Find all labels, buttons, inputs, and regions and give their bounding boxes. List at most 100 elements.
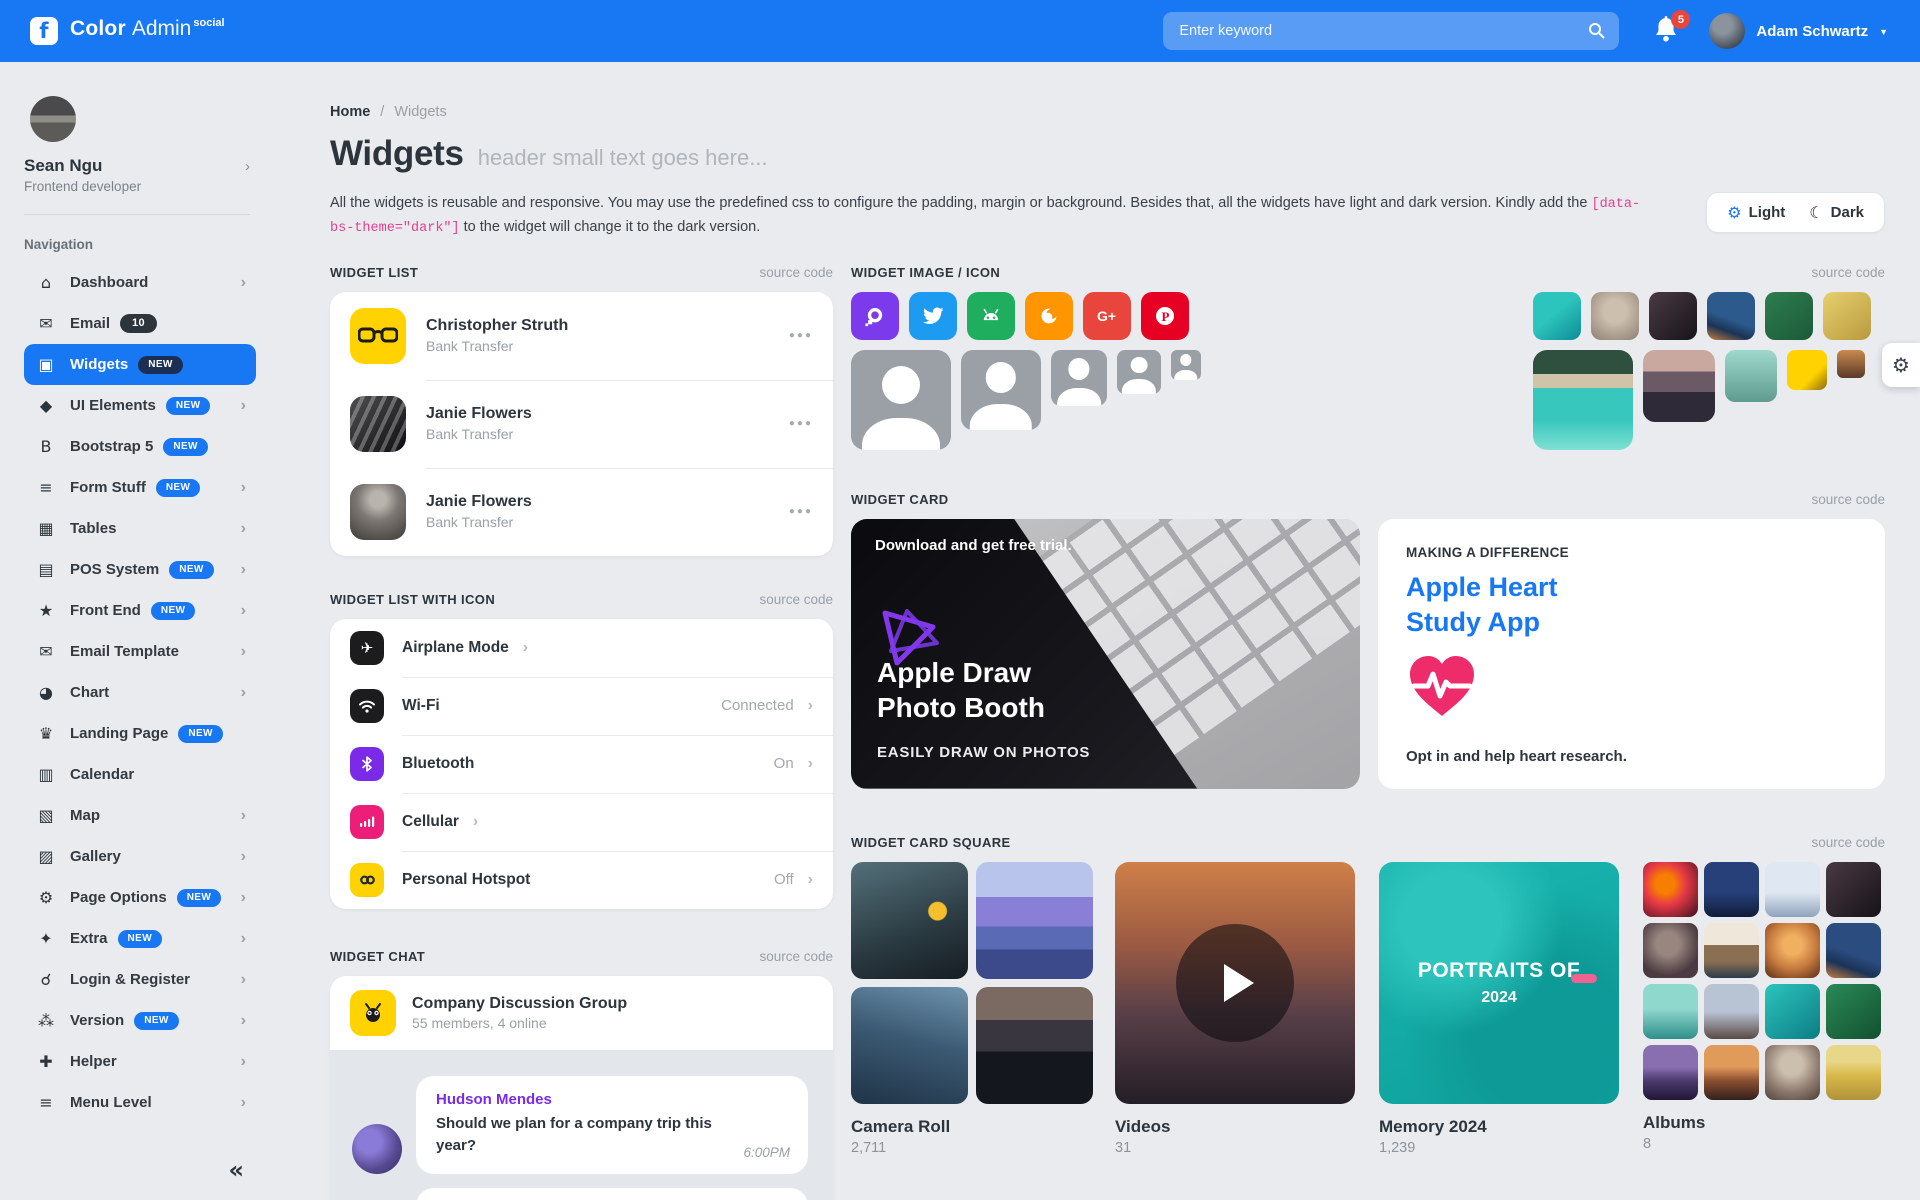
person-placeholder[interactable] <box>1171 350 1201 380</box>
photo-thumbnail[interactable] <box>1765 292 1813 340</box>
list-item[interactable]: Personal Hotspot Off › <box>330 851 833 909</box>
photo-thumbnail[interactable] <box>1837 350 1865 378</box>
photo-thumbnail[interactable] <box>1533 292 1581 340</box>
photo-thumbnail[interactable] <box>1643 984 1698 1039</box>
photo-thumbnail[interactable] <box>1725 350 1777 402</box>
row-actions-button[interactable]: ●●● <box>789 330 813 341</box>
person-placeholder[interactable] <box>1051 350 1107 406</box>
study-card[interactable]: MAKING A DIFFERENCE Apple HeartStudy App… <box>1378 519 1885 789</box>
sidebar-item[interactable]: ☌ Login & Register › <box>24 959 256 1000</box>
sidebar-item[interactable]: ◆ UI Elements NEW › <box>24 385 256 426</box>
list-item[interactable]: Cellular › <box>330 793 833 851</box>
sidebar-item[interactable]: ⚙ Page Options NEW › <box>24 877 256 918</box>
sidebar-item[interactable]: ▥ Calendar <box>24 754 256 795</box>
sidebar-item[interactable]: ≡ Menu Level › <box>24 1082 256 1123</box>
sidebar-item[interactable]: ✦ Extra NEW › <box>24 918 256 959</box>
sidebar-item[interactable]: ★ Front End NEW › <box>24 590 256 631</box>
photo-thumbnail[interactable] <box>1826 923 1881 978</box>
photo-thumbnail[interactable] <box>1765 1045 1820 1100</box>
sidebar-item[interactable]: ♛ Landing Page NEW <box>24 713 256 754</box>
sidebar-collapse-button[interactable]: « <box>228 1156 244 1184</box>
albums-card[interactable]: Albums 8 <box>1643 862 1883 1156</box>
photo-thumbnail[interactable] <box>1826 984 1881 1039</box>
row-actions-button[interactable]: ●●● <box>789 506 813 517</box>
play-button[interactable] <box>1176 924 1294 1042</box>
photo-thumbnail[interactable] <box>1704 862 1759 917</box>
photo-thumbnail[interactable] <box>1826 862 1881 917</box>
chat-header[interactable]: Company Discussion Group 55 members, 4 o… <box>330 976 833 1050</box>
photo-thumbnail[interactable] <box>1643 350 1715 422</box>
source-code-link[interactable]: source code <box>759 592 833 607</box>
sidebar-item[interactable]: ▤ POS System NEW › <box>24 549 256 590</box>
list-item[interactable]: Janie Flowers Bank Transfer ●●● <box>330 468 833 556</box>
list-item[interactable]: ✈ Airplane Mode › <box>330 619 833 677</box>
promo-card[interactable]: Download and get free trial. Apple DrawP… <box>851 519 1360 789</box>
sidebar-item[interactable]: ✉ Email 10 <box>24 303 256 344</box>
list-item[interactable]: Wi-Fi Connected › <box>330 677 833 735</box>
sidebar-item[interactable]: ◕ Chart › <box>24 672 256 713</box>
photo-thumbnail[interactable] <box>976 862 1093 979</box>
photo-thumbnail[interactable] <box>1533 350 1633 450</box>
sidebar-item[interactable]: ⁂ Version NEW › <box>24 1000 256 1041</box>
source-code-link[interactable]: source code <box>1811 492 1885 507</box>
photo-thumbnail[interactable] <box>1823 292 1871 340</box>
sidebar-item[interactable]: ✉ Email Template › <box>24 631 256 672</box>
photo-thumbnail[interactable] <box>1765 984 1820 1039</box>
sidebar-item[interactable]: ▧ Map › <box>24 795 256 836</box>
search-input[interactable] <box>1163 12 1619 50</box>
person-placeholder[interactable] <box>851 350 951 450</box>
search-icon[interactable] <box>1588 22 1605 39</box>
photo-thumbnail[interactable] <box>1826 1045 1881 1100</box>
photo-thumbnail[interactable] <box>1765 862 1820 917</box>
person-placeholder[interactable] <box>1117 350 1161 394</box>
memory-card[interactable]: PORTRAITS OF 2024 Memory 2024 1,239 <box>1379 862 1619 1156</box>
source-code-link[interactable]: source code <box>1811 265 1885 280</box>
list-item[interactable]: Janie Flowers Bank Transfer ●●● <box>330 380 833 468</box>
photo-thumbnail[interactable] <box>851 987 968 1104</box>
firefox-icon[interactable] <box>1025 292 1073 340</box>
theme-light-button[interactable]: ⚙Light <box>1717 200 1795 225</box>
sidebar-item[interactable]: ▣ Widgets NEW <box>24 344 256 385</box>
theme-panel-toggle-button[interactable]: ⚙ <box>1882 343 1920 387</box>
photo-thumbnail[interactable] <box>1649 292 1697 340</box>
sidebar-item[interactable]: ▦ Tables › <box>24 508 256 549</box>
brand-logo[interactable]: f Color Admin social <box>30 17 225 45</box>
android-icon[interactable] <box>967 292 1015 340</box>
twitter-icon[interactable] <box>909 292 957 340</box>
row-actions-button[interactable]: ●●● <box>789 418 813 429</box>
pinterest-icon[interactable]: P <box>1141 292 1189 340</box>
sidebar-profile[interactable]: Sean Ngu › Frontend developer <box>24 96 250 215</box>
breadcrumb-home[interactable]: Home <box>330 104 370 120</box>
photo-thumbnail[interactable] <box>851 862 968 979</box>
person-placeholder[interactable] <box>961 350 1041 430</box>
photo-thumbnail[interactable] <box>1707 292 1755 340</box>
sidebar-item[interactable]: ≡ Form Stuff NEW › <box>24 467 256 508</box>
source-code-link[interactable]: source code <box>759 265 833 280</box>
photo-thumbnail[interactable] <box>1591 292 1639 340</box>
notifications-button[interactable]: 5 <box>1653 14 1683 48</box>
list-item[interactable]: Bluetooth On › <box>330 735 833 793</box>
photo-thumbnail[interactable] <box>1643 1045 1698 1100</box>
photo-thumbnail[interactable] <box>1704 1045 1759 1100</box>
chevron-right-icon: › <box>241 971 246 989</box>
photo-thumbnail[interactable] <box>1704 984 1759 1039</box>
source-code-link[interactable]: source code <box>759 949 833 964</box>
user-menu[interactable]: Adam Schwartz ▼ <box>1709 13 1888 49</box>
sidebar-item[interactable]: ✚ Helper › <box>24 1041 256 1082</box>
digitalocean-icon[interactable] <box>851 292 899 340</box>
photo-thumbnail[interactable] <box>1643 862 1698 917</box>
theme-dark-button[interactable]: ☾Dark <box>1799 200 1874 225</box>
photo-thumbnail[interactable] <box>1704 923 1759 978</box>
googleplus-icon[interactable]: G+ <box>1083 292 1131 340</box>
photo-thumbnail[interactable] <box>1765 923 1820 978</box>
sidebar-item[interactable]: B Bootstrap 5 NEW <box>24 426 256 467</box>
photo-thumbnail[interactable] <box>1787 350 1827 390</box>
sidebar-item[interactable]: ▨ Gallery › <box>24 836 256 877</box>
camera-roll-card[interactable]: Camera Roll 2,711 <box>851 862 1091 1156</box>
sidebar-item[interactable]: ⌂ Dashboard › <box>24 262 256 303</box>
photo-thumbnail[interactable] <box>1643 923 1698 978</box>
videos-card[interactable]: Videos 31 <box>1115 862 1355 1156</box>
list-item[interactable]: Christopher Struth Bank Transfer ●●● <box>330 292 833 380</box>
photo-thumbnail[interactable] <box>976 987 1093 1104</box>
source-code-link[interactable]: source code <box>1811 835 1885 850</box>
